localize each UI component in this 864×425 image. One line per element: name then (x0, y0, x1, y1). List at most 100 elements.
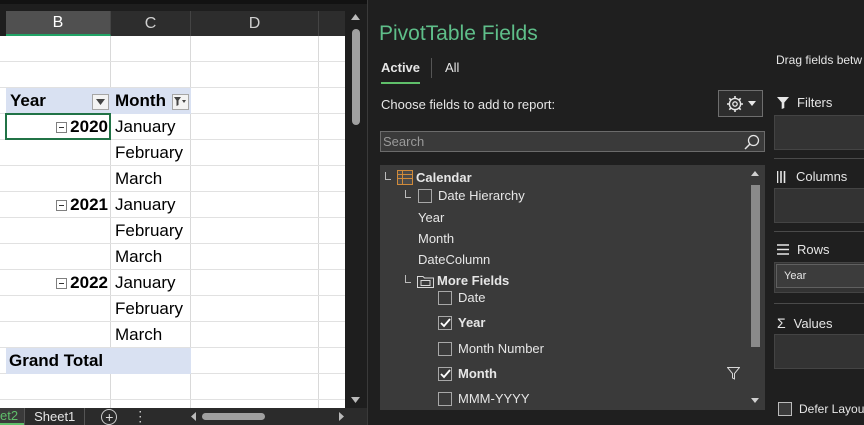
field-label: MMM-YYYY (458, 391, 530, 406)
filter-icon (777, 96, 789, 109)
row-label-year[interactable]: 2021 (6, 192, 110, 218)
field-checkbox[interactable] (438, 391, 452, 406)
zone-label-text: Filters (797, 95, 833, 110)
search-icon[interactable] (744, 134, 760, 150)
search-placeholder: Search (383, 134, 425, 149)
gear-icon (726, 95, 743, 112)
tab-all[interactable]: All (445, 60, 459, 75)
field-list[interactable]: Calendar Date Hierarchy Year Month DateC… (380, 165, 765, 410)
zone-divider (774, 158, 864, 159)
row-label-month[interactable]: February (111, 296, 183, 322)
drag-fields-instruction: Drag fields betw (776, 53, 863, 67)
field-checkbox-checked[interactable] (438, 366, 452, 381)
rows-field-chip[interactable]: Year (776, 264, 864, 288)
columns-area-label: Columns (777, 169, 847, 184)
scrollbar-thumb[interactable] (352, 29, 360, 125)
zone-label-text: Columns (796, 169, 848, 184)
more-options-icon[interactable]: ⋮ (133, 408, 147, 425)
field-datecolumn-level[interactable]: DateColumn (418, 252, 490, 267)
row-label-month[interactable]: January (111, 192, 175, 218)
gridline (318, 36, 319, 408)
field-label: Date (458, 290, 486, 305)
field-checkbox[interactable] (438, 290, 452, 305)
folder-label: More Fields (437, 273, 510, 288)
field-folder-more-fields[interactable]: More Fields (417, 273, 509, 288)
row-label-month[interactable]: January (111, 114, 175, 140)
zone-label-text: Rows (797, 242, 830, 257)
field-year-level[interactable]: Year (418, 210, 444, 225)
pane-title: PivotTable Fields (379, 22, 538, 45)
pivot-header-month-label: Month (115, 91, 166, 110)
pivottable-fields-pane: PivotTable Fields Active All Choose fiel… (367, 0, 864, 425)
defer-layout-update[interactable]: Defer Layou (778, 402, 864, 416)
scroll-up-icon[interactable] (351, 14, 360, 20)
field-item-month-number[interactable]: Month Number (438, 341, 544, 356)
tab-active[interactable]: Active (381, 60, 420, 75)
field-month-level[interactable]: Month (418, 231, 454, 246)
zone-divider (774, 231, 864, 232)
filters-drop-zone[interactable] (774, 115, 864, 150)
rows-icon (777, 244, 789, 255)
row-label-month[interactable]: February (111, 140, 183, 166)
column-header-b[interactable]: B (6, 11, 111, 36)
row-label-month[interactable]: January (111, 270, 175, 296)
field-checkbox-checked[interactable] (438, 315, 452, 330)
checkmark-icon (439, 368, 451, 378)
field-item-year[interactable]: Year (438, 315, 485, 330)
values-area-label: Σ Values (777, 315, 832, 331)
year-filter-dropdown-icon[interactable] (92, 94, 109, 110)
column-header-c[interactable]: C (111, 11, 191, 36)
tree-connector (405, 190, 411, 198)
collapse-icon[interactable] (56, 277, 68, 289)
sheet-tab[interactable]: Sheet1 (24, 408, 86, 425)
row-label-year[interactable]: 2022 (6, 270, 110, 296)
field-date-hierarchy[interactable]: Date Hierarchy (418, 188, 525, 203)
field-label: Month (458, 366, 497, 381)
columns-icon (777, 170, 786, 183)
scroll-down-icon[interactable] (351, 397, 360, 403)
field-list-scrollbar[interactable] (745, 165, 765, 410)
filter-icon[interactable] (727, 367, 740, 380)
vertical-scrollbar[interactable] (345, 11, 367, 408)
month-filter-active-icon[interactable] (172, 94, 189, 110)
field-item-mmm-yyyy[interactable]: MMM-YYYY (438, 391, 530, 406)
column-header-d[interactable]: D (191, 11, 319, 36)
field-checkbox[interactable] (438, 341, 452, 356)
table-label: Calendar (416, 170, 472, 185)
scroll-down-icon[interactable] (751, 398, 759, 403)
ribbon-edge (0, 0, 367, 4)
scroll-up-icon[interactable] (751, 171, 759, 176)
sheet-tab-active[interactable]: et2 (0, 408, 25, 425)
grand-total-row[interactable]: Grand Total (6, 348, 191, 374)
tools-button[interactable] (718, 90, 763, 117)
sigma-icon: Σ (777, 315, 786, 331)
add-sheet-icon[interactable]: + (101, 408, 118, 425)
chevron-down-icon (747, 101, 756, 106)
values-drop-zone[interactable] (774, 334, 864, 369)
grand-total-label: Grand Total (9, 351, 104, 370)
choose-fields-label: Choose fields to add to report: (381, 97, 556, 112)
field-item-date[interactable]: Date (438, 290, 485, 305)
tab-divider (431, 58, 432, 78)
column-header-e[interactable] (319, 11, 345, 36)
row-label-month[interactable]: March (111, 322, 162, 348)
filters-area-label: Filters (777, 95, 832, 110)
tree-connector (405, 275, 411, 283)
collapse-icon[interactable] (56, 199, 68, 211)
year-value: 2022 (70, 273, 108, 292)
scrollbar-thumb[interactable] (751, 185, 760, 347)
field-table-calendar[interactable]: Calendar (397, 170, 472, 185)
columns-drop-zone[interactable] (774, 188, 864, 223)
gridline (0, 61, 345, 62)
defer-checkbox[interactable] (778, 402, 792, 416)
date-hierarchy-checkbox[interactable] (418, 188, 432, 203)
field-search-input[interactable]: Search (380, 131, 765, 152)
rows-area-label: Rows (777, 242, 830, 257)
field-item-month[interactable]: Month (438, 366, 497, 381)
horizontal-scrollbar[interactable] (190, 411, 345, 422)
row-label-month[interactable]: March (111, 244, 162, 270)
row-label-month[interactable]: February (111, 218, 183, 244)
tree-connector (385, 172, 391, 180)
cell-grid[interactable]: Year Month 2020 2021 2022 January Februa… (0, 36, 345, 408)
row-label-month[interactable]: March (111, 166, 162, 192)
